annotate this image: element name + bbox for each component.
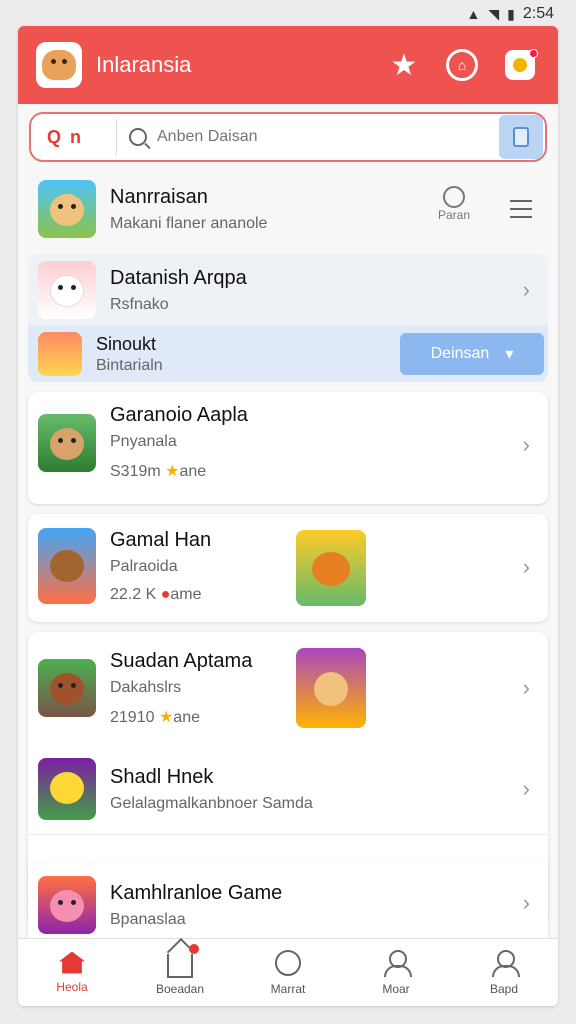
notification-badge — [529, 49, 538, 58]
nav-label: Moar — [382, 981, 410, 996]
item-subtitle: Pnyanala — [110, 433, 177, 450]
game-preview-image[interactable] — [296, 530, 366, 606]
star-icon: ★ — [165, 463, 180, 480]
item-title: Kamhlranloe Game — [110, 881, 283, 904]
list-item[interactable]: Suadan Aptama Dakahslrs 21910 ★ane › — [28, 632, 548, 744]
game-thumbnail — [38, 528, 96, 604]
chevron-right-icon: › — [522, 277, 530, 302]
list-item[interactable]: Garanoio Aapla Pnyanala S319m ★ane › — [28, 392, 548, 504]
game-thumbnail — [38, 876, 96, 934]
user-circle-icon: ⌂ — [446, 49, 478, 81]
item-title: Garanoio Aapla — [110, 404, 248, 426]
item-meta-suffix: ane — [173, 708, 200, 726]
install-button[interactable]: Deinsan ▾ — [400, 333, 544, 375]
item-title: Nanrraisan — [110, 185, 208, 208]
wifi-icon: ◥ — [488, 5, 500, 22]
item-meta-value: S319m — [110, 463, 161, 480]
item-title: Datanish Arqpa — [110, 266, 247, 289]
game-thumbnail — [38, 180, 96, 238]
search-filter[interactable]: Q n — [37, 119, 117, 155]
divider — [28, 834, 548, 835]
game-preview-image[interactable] — [296, 648, 366, 728]
user-icon — [383, 949, 412, 977]
home-icon — [59, 951, 85, 974]
item-meta: S319m ★ane — [110, 461, 538, 481]
item-subtitle: Bpanaslaa — [110, 910, 186, 928]
bottom-navigation: Heola Boeadan Marrat Moar Bapd — [18, 938, 558, 1006]
smile-icon — [275, 949, 301, 976]
app-title: Inlaransia — [96, 52, 192, 77]
game-thumbnail — [38, 261, 96, 319]
item-title: Shadl Hnek — [110, 765, 214, 788]
item-subtitle: Makani flaner ananole — [110, 214, 268, 232]
game-list: Nanrraisan Makani flaner ananole Paran D… — [18, 168, 558, 958]
install-label: Deinsan — [430, 345, 490, 362]
game-thumbnail — [38, 332, 82, 376]
list-item[interactable]: Sinoukt Bintarialn Deinsan ▾ — [28, 326, 548, 382]
chevron-right-icon: › — [522, 554, 530, 579]
app-window: Inlaransia ★ ⌂ Q n Nanrraisan Makani fla… — [18, 26, 558, 1006]
item-meta-suffix: ame — [170, 585, 202, 603]
battery-icon: ▮ — [507, 5, 515, 22]
nav-board[interactable]: Boeadan — [126, 939, 234, 1006]
game-thumbnail — [38, 659, 96, 717]
person-icon — [442, 186, 465, 208]
profile-button[interactable]: ⌂ — [442, 45, 482, 85]
list-item[interactable]: Gamal Han Palraoida 22.2 K ●ame › — [28, 514, 548, 622]
star-icon: ★ — [158, 708, 174, 726]
list-item[interactable]: Datanish Arqpa Rsfnako › — [28, 254, 548, 326]
list-item[interactable]: Shadl Hnek Gelalagmalkanbnoer Samda › — [28, 744, 548, 834]
item-action-button[interactable]: Paran — [438, 186, 470, 222]
nav-label: Marrat — [270, 981, 306, 996]
search-bar: Q n — [29, 112, 547, 162]
star-icon: ★ — [390, 48, 418, 82]
item-action-label: Paran — [437, 208, 470, 222]
search-input[interactable] — [147, 128, 499, 146]
nav-market[interactable]: Marrat — [234, 939, 342, 1006]
nav-home[interactable]: Heola — [18, 939, 126, 1006]
profile-icon — [491, 949, 520, 977]
notifications-button[interactable] — [500, 45, 540, 85]
badge-icon: ● — [160, 585, 171, 603]
app-logo[interactable] — [36, 42, 82, 88]
house-icon — [167, 943, 199, 978]
caret-down-icon: ▾ — [505, 346, 514, 363]
item-meta-suffix: ane — [179, 463, 207, 480]
status-bar: ▲ ◥ ▮ 2:54 — [0, 0, 576, 28]
search-icon — [129, 128, 147, 146]
item-subtitle: Rsfnako — [110, 295, 169, 313]
nav-label: Heola — [56, 979, 88, 994]
chevron-right-icon: › — [522, 432, 530, 457]
nav-profile[interactable]: Bapd — [450, 939, 558, 1006]
chevron-right-icon: › — [522, 776, 530, 801]
list-item[interactable]: Nanrraisan Makani flaner ananole Paran — [28, 168, 548, 250]
app-header: Inlaransia ★ ⌂ — [18, 26, 558, 104]
item-meta-value: 21910 — [110, 708, 155, 726]
item-meta-value: 22.2 K — [110, 585, 157, 603]
notification-badge — [189, 943, 199, 954]
favorites-button[interactable]: ★ — [384, 45, 424, 85]
document-icon — [513, 127, 529, 147]
search-doc-button[interactable] — [499, 115, 543, 159]
chevron-right-icon: › — [522, 890, 530, 915]
nav-more[interactable]: Moar — [342, 939, 450, 1006]
bear-icon — [42, 50, 76, 80]
game-thumbnail — [38, 758, 96, 820]
chevron-right-icon: › — [522, 675, 530, 700]
nav-label: Boeadan — [155, 981, 205, 996]
game-thumbnail — [38, 413, 96, 472]
clock: 2:54 — [522, 5, 554, 22]
signal-icon: ▲ — [466, 6, 481, 22]
item-subtitle: Gelalagmalkanbnoer Samda — [110, 794, 313, 812]
menu-icon[interactable] — [510, 200, 532, 218]
nav-label: Bapd — [489, 981, 519, 996]
